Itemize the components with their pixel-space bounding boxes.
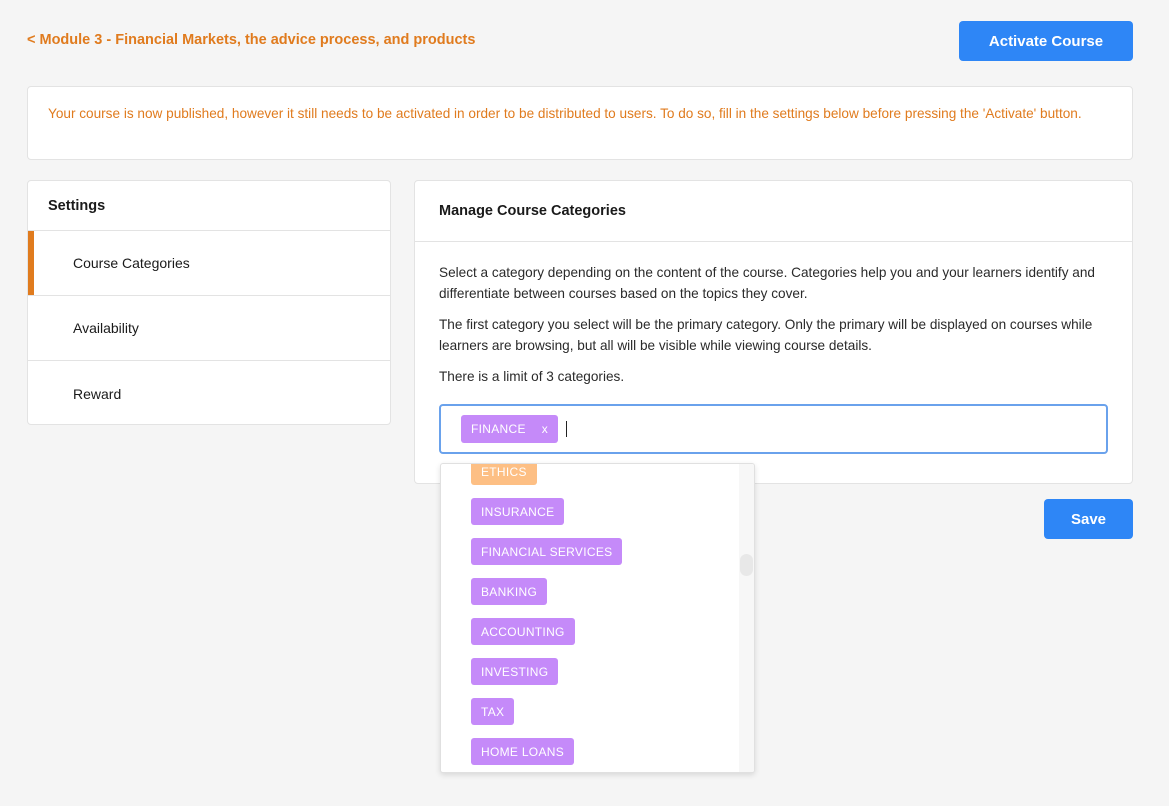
category-option[interactable]: ETHICS: [471, 464, 537, 485]
category-dropdown: ETHICS INSURANCE FINANCIAL SERVICES BANKING…: [440, 463, 755, 773]
description-paragraph: Select a category depending on the conte…: [439, 265, 1095, 301]
manage-categories-panel: Manage Course Categories Select a catego…: [414, 180, 1133, 484]
chip-label: FINANCE: [471, 422, 526, 436]
chip-remove-button[interactable]: x: [542, 422, 548, 436]
settings-item-label: Availability: [73, 320, 139, 336]
dropdown-option-row: FINANCIAL SERVICES: [471, 538, 623, 578]
settings-item-reward[interactable]: Reward: [28, 361, 390, 424]
category-select-input[interactable]: FINANCE x: [439, 404, 1108, 454]
selected-category-chip: FINANCE x: [461, 415, 559, 443]
dropdown-option-row: HOME LOANS: [471, 738, 622, 772]
settings-menu: Settings Course Categories Availability …: [27, 180, 391, 425]
settings-item-course-categories[interactable]: Course Categories: [28, 231, 390, 296]
category-option[interactable]: INSURANCE: [471, 498, 565, 525]
text-caret: [566, 421, 568, 437]
dropdown-scrollbar[interactable]: [739, 464, 754, 772]
notice-text: Your course is now published, however it…: [48, 106, 1082, 121]
dropdown-option-row: ETHICS: [471, 464, 622, 498]
scrollbar-thumb[interactable]: [740, 554, 753, 576]
panel-description: Select a category depending on the conte…: [415, 242, 1132, 387]
category-option[interactable]: FINANCIAL SERVICES: [471, 538, 623, 565]
dropdown-option-row: TAX: [471, 698, 622, 738]
category-option[interactable]: TAX: [471, 698, 515, 725]
category-option[interactable]: HOME LOANS: [471, 738, 575, 765]
category-option[interactable]: INVESTING: [471, 658, 559, 685]
category-option[interactable]: BANKING: [471, 578, 548, 605]
dropdown-option-row: INVESTING: [471, 658, 622, 698]
category-options-list: ETHICS INSURANCE FINANCIAL SERVICES BANKING…: [471, 464, 623, 772]
description-paragraph: There is a limit of 3 categories.: [439, 369, 625, 384]
settings-item-label: Course Categories: [73, 255, 190, 271]
settings-item-label: Reward: [73, 385, 122, 402]
back-link[interactable]: < Module 3 - Financial Markets, the advi…: [27, 32, 475, 48]
category-option[interactable]: ACCOUNTING: [471, 618, 575, 645]
panel-title: Manage Course Categories: [415, 181, 1132, 242]
save-button[interactable]: Save: [1044, 499, 1133, 539]
publish-notice: Your course is now published, however it…: [27, 86, 1133, 160]
settings-title: Settings: [28, 181, 390, 231]
dropdown-option-row: BANKING: [471, 578, 622, 618]
dropdown-option-row: INSURANCE: [471, 498, 622, 538]
description-paragraph: The first category you select will be th…: [439, 317, 1093, 353]
dropdown-option-row: ACCOUNTING: [471, 618, 622, 658]
activate-course-button[interactable]: Activate Course: [959, 21, 1133, 61]
settings-item-availability[interactable]: Availability: [28, 296, 390, 361]
